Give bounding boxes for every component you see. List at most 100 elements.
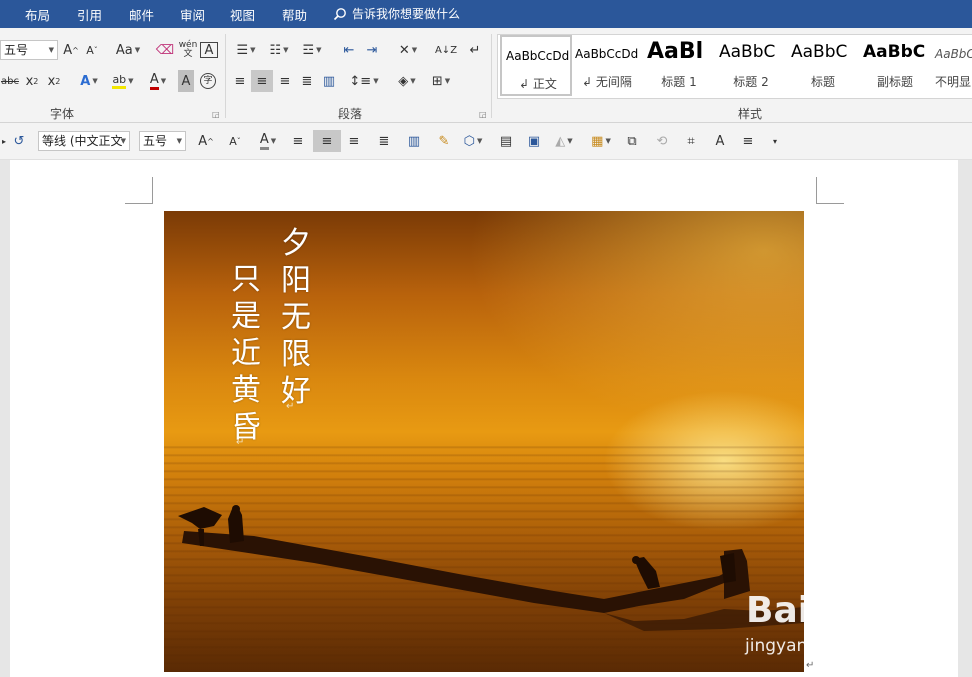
shrink-font-icon[interactable]: Aˇ: [83, 39, 101, 61]
insert-picture-icon[interactable]: ▣: [524, 130, 544, 152]
tell-me-text: 告诉我你想要做什么: [352, 7, 461, 21]
bullets-icon[interactable]: ☰ ▼: [232, 39, 260, 61]
wrap-text-icon[interactable]: ⧉: [622, 130, 642, 152]
poem-line-1[interactable]: 夕 阳 无 限 好: [278, 225, 314, 410]
tab-review[interactable]: 审阅: [180, 5, 205, 24]
textbox-icon[interactable]: ▤: [496, 130, 516, 152]
watermark-brand: Bai: [746, 590, 811, 631]
styles-group-label: 样式: [738, 107, 763, 121]
crop-icon[interactable]: ⌗: [681, 130, 701, 152]
style-subtle-emphasis[interactable]: AaBbCc 不明显: [931, 35, 972, 96]
paragraph-dialog-launcher-icon[interactable]: ◲: [479, 110, 487, 119]
mini-justify-icon[interactable]: ≣: [374, 130, 394, 152]
numbering-icon[interactable]: ☷ ▼: [265, 39, 293, 61]
crop-mark-top-right: [816, 177, 844, 204]
poem-char: 阳: [281, 263, 311, 298]
line-spacing-icon[interactable]: ↕≡ ▼: [349, 70, 379, 92]
baidu-paw-icon: [816, 568, 854, 611]
format-painter-icon[interactable]: ✎: [434, 130, 454, 152]
change-case-icon[interactable]: Aa ▼: [112, 39, 144, 61]
font-color-icon[interactable]: A ▼: [144, 70, 172, 92]
mini-grow-font-icon[interactable]: A ^: [196, 130, 216, 152]
text-effects-icon[interactable]: A ▼: [76, 70, 102, 92]
tab-references[interactable]: 引用: [77, 5, 102, 24]
chinese-layout-icon[interactable]: ✕ ▼: [393, 39, 423, 61]
style-subtitle[interactable]: AaBbC 副标题: [859, 35, 931, 96]
watermark-brand-cn: 经验: [858, 598, 923, 636]
poem-char: 只: [231, 262, 261, 297]
toolbar-left-arrow-icon[interactable]: ▸: [0, 130, 8, 152]
increase-indent-icon[interactable]: ⇥: [362, 39, 382, 61]
mini-font-size-combo[interactable]: 五号 ▼: [139, 131, 186, 151]
distributed-icon[interactable]: ▥: [319, 70, 339, 92]
poem-char: 昏: [231, 410, 261, 445]
poem-char: 夕: [281, 226, 311, 261]
tab-layout[interactable]: 布局: [25, 5, 50, 24]
phonetic-guide-icon[interactable]: wén 文: [178, 39, 198, 61]
style-preview: AaBbC: [791, 42, 848, 62]
mini-align-center-icon[interactable]: ≡: [313, 130, 341, 152]
style-preview: AaBl: [647, 39, 704, 64]
style-name: ↲ 正文: [519, 77, 557, 91]
position-icon[interactable]: ▦ ▼: [586, 130, 616, 152]
style-name: 副标题: [876, 75, 913, 89]
char-shading-icon[interactable]: A: [178, 70, 194, 92]
style-name: 标题 1: [661, 75, 697, 89]
style-title[interactable]: AaBbC 标题: [787, 35, 859, 96]
quick-format-toolbar: ▸ ↺ 等线 (中文正文 ▼ 五号 ▼ A ^ Aˇ A ▼ ≡ ≡ ≡ ≣ ▥ ✎ ⬡…: [0, 123, 972, 160]
poem-line-2[interactable]: 只 是 近 黄 昏: [228, 261, 264, 446]
font-size-value: 五号: [4, 43, 29, 57]
tell-me-search[interactable]: 告诉我你想要做什么: [333, 5, 460, 22]
undo-icon[interactable]: ↺: [10, 130, 28, 152]
font-size-combo[interactable]: 五号 ▼: [0, 40, 58, 60]
subscript-icon[interactable]: x2: [24, 70, 40, 92]
poem-char: 好: [281, 374, 311, 409]
align-right-icon[interactable]: ≡: [275, 70, 295, 92]
align-left-icon[interactable]: ≡: [230, 70, 250, 92]
shading-icon[interactable]: ◈ ▼: [392, 70, 422, 92]
group-icon[interactable]: ⟲: [652, 130, 672, 152]
style-heading-2[interactable]: AaBbC 标题 2: [715, 35, 787, 96]
ribbon-separator: [491, 34, 492, 118]
customize-toolbar-icon[interactable]: ▾: [768, 130, 782, 152]
char-border-icon[interactable]: A: [200, 42, 218, 58]
sort-icon[interactable]: A↓Z: [435, 39, 457, 61]
mini-text-icon[interactable]: A: [710, 130, 730, 152]
justify-icon[interactable]: ≣: [297, 70, 317, 92]
multilevel-list-icon[interactable]: ☲ ▼: [298, 39, 326, 61]
enclose-char-icon[interactable]: 字: [199, 70, 217, 92]
superscript-icon[interactable]: x2: [46, 70, 62, 92]
style-preview: AaBbC: [719, 42, 776, 62]
highlight-icon[interactable]: ab ▼: [108, 70, 138, 92]
mini-align-left-icon[interactable]: ≡: [288, 130, 308, 152]
poem-char: 无: [281, 300, 311, 335]
style-no-spacing[interactable]: AaBbCcDd ↲ 无间隔: [571, 35, 643, 96]
decrease-indent-icon[interactable]: ⇤: [339, 39, 359, 61]
search-icon: [333, 8, 346, 21]
mini-shapes-icon[interactable]: ⬡ ▼: [458, 130, 488, 152]
style-heading-1[interactable]: AaBl 标题 1: [643, 35, 715, 96]
mini-align-right-icon[interactable]: ≡: [344, 130, 364, 152]
clear-format-icon[interactable]: ⌫: [155, 39, 175, 61]
grow-font-icon[interactable]: A ^: [62, 39, 80, 61]
tab-view[interactable]: 视图: [230, 5, 255, 24]
font-dialog-launcher-icon[interactable]: ◲: [212, 110, 220, 119]
borders-icon[interactable]: ⊞ ▼: [426, 70, 456, 92]
paragraph-format-icon[interactable]: ≡: [738, 130, 758, 152]
rotate-icon[interactable]: ◭ ▼: [549, 130, 579, 152]
mini-font-name-combo[interactable]: 等线 (中文正文 ▼: [38, 131, 130, 151]
tab-mailings[interactable]: 邮件: [129, 5, 154, 24]
poem-char: 是: [231, 299, 261, 334]
show-marks-icon[interactable]: ↵: [468, 39, 482, 61]
mini-shrink-font-icon[interactable]: Aˇ: [225, 130, 245, 152]
strikethrough-icon[interactable]: abc: [0, 70, 20, 92]
align-center-icon[interactable]: ≡: [251, 70, 273, 92]
mini-font-color-icon[interactable]: A ▼: [254, 130, 282, 152]
tab-help[interactable]: 帮助: [282, 5, 307, 24]
document-area[interactable]: 夕 阳 无 限 好 ↵ 只 是 近 黄 昏 ↵ ↵ Bai 经验 jingyan…: [0, 160, 972, 677]
watermark-url: jingyan.baidu.com: [745, 636, 902, 656]
style-normal[interactable]: AaBbCcDd ↲ 正文: [500, 35, 572, 96]
style-name: ↲ 无间隔: [582, 75, 632, 89]
sunset-photo[interactable]: 夕 阳 无 限 好 ↵ 只 是 近 黄 昏 ↵: [164, 211, 804, 672]
mini-distributed-icon[interactable]: ▥: [404, 130, 424, 152]
